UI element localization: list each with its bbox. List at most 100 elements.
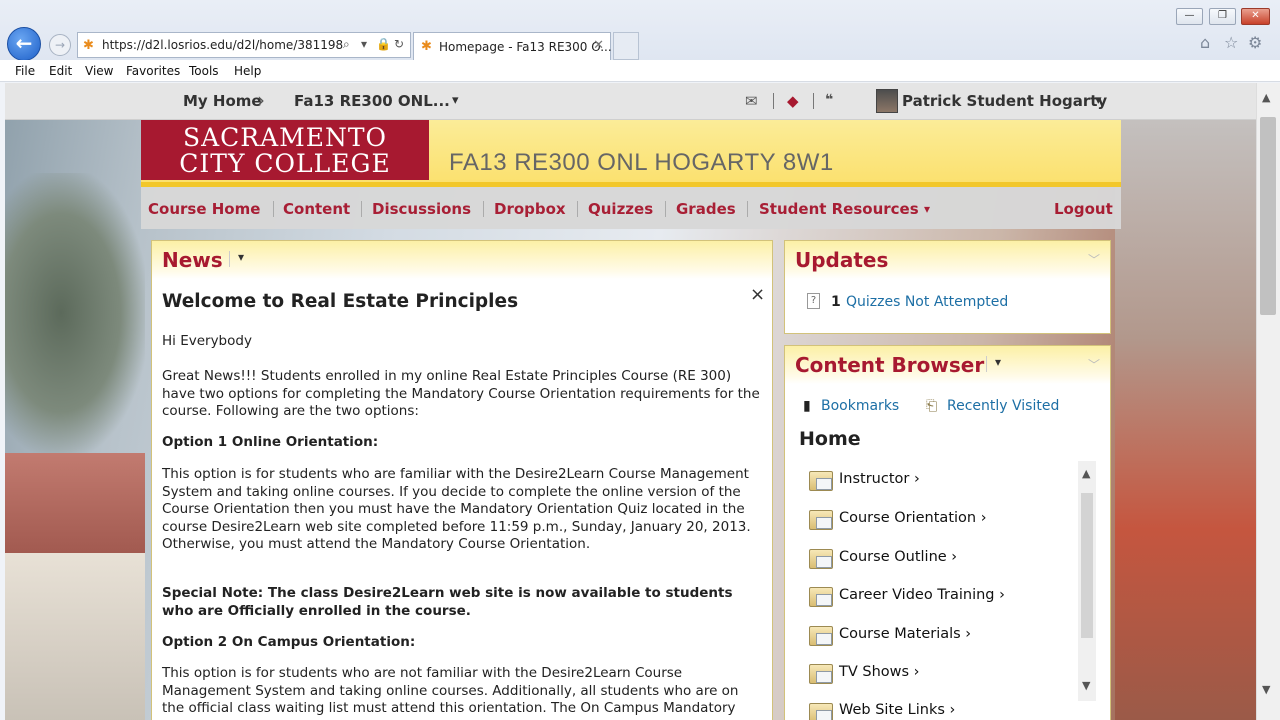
refresh-icon[interactable]: ↻ <box>394 37 404 51</box>
menu-tools[interactable]: Tools <box>189 64 219 78</box>
scroll-up-icon[interactable]: ▲ <box>1082 467 1090 480</box>
separator <box>361 201 362 217</box>
folder-icon <box>809 626 833 646</box>
nav-grades[interactable]: Grades <box>676 200 736 218</box>
my-home-link[interactable]: My Home <box>183 92 262 110</box>
page-scrollbar[interactable]: ▲ ▼ <box>1256 83 1280 720</box>
folder-career-video-training[interactable]: Career Video Training › <box>839 587 1005 603</box>
browser-window: — ❐ ✕ ← → ✱ https://d2l.losrios.edu/d2l/… <box>0 0 1280 720</box>
d2l-minibar: My Home › Fa13 RE300 ONL... ▾ ✉ ◆ ❝ Patr… <box>5 83 1256 120</box>
tab-title: Homepage - Fa13 RE300 O... <box>439 40 612 54</box>
folder-tv-shows[interactable]: TV Shows › <box>839 664 920 680</box>
update-alerts-icon[interactable]: ◆ <box>787 92 799 110</box>
collapse-chevron-icon[interactable]: ﹀ <box>1088 251 1100 268</box>
dropdown-icon[interactable]: ▾ <box>361 37 367 51</box>
scroll-down-icon[interactable]: ▼ <box>1262 683 1270 696</box>
scroll-thumb[interactable] <box>1260 117 1276 315</box>
folder-instructor[interactable]: Instructor › <box>839 471 920 487</box>
tab-favicon-icon: ✱ <box>421 39 432 54</box>
logout-link[interactable]: Logout <box>1054 200 1113 218</box>
news-title: News <box>162 248 223 272</box>
news-greeting: Hi Everybody <box>162 333 252 349</box>
lock-icon[interactable]: 🔒 <box>376 37 391 51</box>
course-selector[interactable]: Fa13 RE300 ONL... <box>294 92 450 110</box>
course-banner: SACRAMENTO CITY COLLEGE FA13 RE300 ONL H… <box>141 120 1121 187</box>
nav-quizzes[interactable]: Quizzes <box>588 200 653 218</box>
background-roof <box>5 453 145 553</box>
folder-course-outline[interactable]: Course Outline › <box>839 549 957 565</box>
menu-bar: File Edit View Favorites Tools Help <box>0 60 1280 82</box>
content-browser-scrollbar[interactable]: ▲ ▼ <box>1078 461 1096 701</box>
news-special-note: Special Note: The class Desire2Learn web… <box>162 585 733 619</box>
content-browser-widget: Content Browser ▾ ﹀ ▮ Bookmarks ⎗ Recent… <box>784 345 1111 720</box>
settings-gear-icon[interactable]: ⚙ <box>1248 33 1262 52</box>
quizzes-not-attempted-link[interactable]: Quizzes Not Attempted <box>846 294 1008 310</box>
news-paragraph-1: Great News!!! Students enrolled in my on… <box>162 368 760 419</box>
news-paragraph-2: This option is for students who are fami… <box>162 466 751 552</box>
recently-visited-icon: ⎗ <box>926 398 938 414</box>
folder-icon <box>809 664 833 684</box>
separator <box>986 356 987 372</box>
news-option2-heading: Option 2 On Campus Orientation: <box>162 634 416 650</box>
nav-dropbox[interactable]: Dropbox <box>494 200 566 218</box>
user-name[interactable]: Patrick Student Hogarty <box>902 92 1107 110</box>
chevron-right-icon: › <box>257 88 265 112</box>
news-menu-chevron-icon[interactable]: ▾ <box>238 250 244 264</box>
content-browser-menu-chevron-icon[interactable]: ▾ <box>995 355 1001 369</box>
avatar[interactable] <box>876 89 898 113</box>
recently-visited-link[interactable]: Recently Visited <box>947 398 1059 414</box>
favorites-star-icon[interactable]: ☆ <box>1224 33 1238 52</box>
nav-discussions[interactable]: Discussions <box>372 200 471 218</box>
menu-help[interactable]: Help <box>234 64 261 78</box>
student-resources-chevron-icon[interactable]: ▾ <box>924 202 930 216</box>
search-icon[interactable]: ⌕ <box>343 37 350 52</box>
logo-line1: SACRAMENTO <box>182 123 388 152</box>
close-window-button[interactable]: ✕ <box>1241 8 1270 25</box>
menu-edit[interactable]: Edit <box>49 64 72 78</box>
browser-chrome: — ❐ ✕ ← → ✱ https://d2l.losrios.edu/d2l/… <box>0 0 1280 61</box>
nav-student-resources[interactable]: Student Resources <box>759 200 919 218</box>
tab-homepage[interactable]: ✱ Homepage - Fa13 RE300 O... ✕ <box>413 32 612 60</box>
separator <box>773 93 774 109</box>
close-tab-icon[interactable]: ✕ <box>593 38 604 53</box>
background-tree <box>5 173 145 453</box>
home-icon[interactable]: ⌂ <box>1200 33 1210 52</box>
address-url[interactable]: https://d2l.losrios.edu/d2l/home/381198 <box>102 38 343 52</box>
message-alerts-icon[interactable]: ✉ <box>745 92 758 110</box>
nav-course-home[interactable]: Course Home <box>148 200 260 218</box>
updates-header: Updates ﹀ <box>785 241 1110 279</box>
restore-button[interactable]: ❐ <box>1209 8 1236 25</box>
folder-course-materials[interactable]: Course Materials › <box>839 626 971 642</box>
scroll-up-icon[interactable]: ▲ <box>1262 91 1270 104</box>
content-browser-title: Content Browser <box>795 353 985 377</box>
separator <box>665 201 666 217</box>
menu-favorites[interactable]: Favorites <box>126 64 180 78</box>
bookmarks-link[interactable]: Bookmarks <box>821 398 899 414</box>
subscription-alerts-icon[interactable]: ❝ <box>825 92 833 108</box>
course-selector-chevron-icon[interactable]: ▾ <box>452 93 459 108</box>
user-menu-chevron-icon[interactable]: ▾ <box>1095 93 1102 108</box>
back-button[interactable]: ← <box>7 27 41 61</box>
folder-web-site-links[interactable]: Web Site Links › <box>839 702 955 718</box>
background-wall <box>5 553 145 720</box>
news-header: News ▾ <box>152 241 772 279</box>
folder-course-orientation[interactable]: Course Orientation › <box>839 510 987 526</box>
minimize-button[interactable]: — <box>1176 8 1203 25</box>
nav-content[interactable]: Content <box>283 200 350 218</box>
menu-file[interactable]: File <box>15 64 35 78</box>
course-navbar: Course Home Content Discussions Dropbox … <box>141 187 1121 229</box>
menu-view[interactable]: View <box>85 64 113 78</box>
scroll-thumb[interactable] <box>1081 493 1093 638</box>
folder-icon <box>809 510 833 530</box>
background-building <box>1115 83 1256 720</box>
forward-button[interactable]: → <box>49 34 71 56</box>
news-paragraph-3: This option is for students who are not … <box>162 665 739 716</box>
scroll-down-icon[interactable]: ▼ <box>1082 679 1090 692</box>
address-bar[interactable]: ✱ https://d2l.losrios.edu/d2l/home/38119… <box>77 32 411 58</box>
new-tab-button[interactable] <box>613 32 639 60</box>
news-option1-heading: Option 1 Online Orientation: <box>162 434 379 450</box>
separator <box>229 251 230 267</box>
updates-title: Updates <box>795 248 889 272</box>
folder-icon <box>809 587 833 607</box>
collapse-chevron-icon[interactable]: ﹀ <box>1088 356 1100 373</box>
